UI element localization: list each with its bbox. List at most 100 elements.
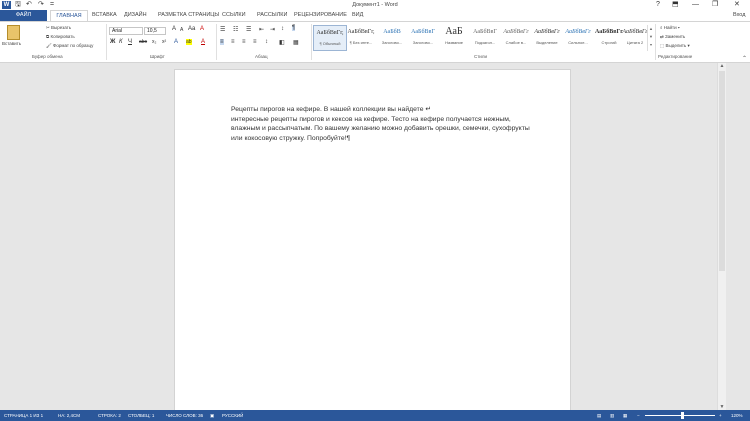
group-separator: [311, 24, 312, 60]
document-line: Рецепты пирогов на кефире. В нашей колле…: [231, 106, 432, 113]
grow-font-button[interactable]: A: [172, 26, 176, 32]
highlight-button[interactable]: ab: [186, 39, 192, 45]
paragraph-group-label: Абзац: [255, 54, 268, 59]
borders-icon[interactable]: ▦: [293, 39, 299, 46]
line-spacing-icon[interactable]: ↕: [265, 39, 268, 45]
strikethrough-button[interactable]: abc: [139, 39, 147, 45]
editing-group-label: Редактирование: [658, 54, 693, 59]
read-mode-icon[interactable]: ▤: [597, 410, 601, 421]
format-painter-button[interactable]: 🖌 Формат по образцу: [46, 43, 93, 49]
group-separator: [106, 24, 107, 60]
align-left-icon[interactable]: ≡: [220, 39, 224, 45]
font-name-select[interactable]: Arial: [109, 27, 143, 35]
multilevel-list-icon[interactable]: ☰: [246, 26, 251, 33]
styles-group-label: Стили: [474, 54, 487, 59]
style-subtitle[interactable]: АаБбВвГ Подзагол...: [468, 25, 502, 51]
italic-button[interactable]: К: [119, 39, 123, 45]
document-line: влажным и рассыпчатым. По вашему желанию…: [231, 125, 530, 133]
document-body[interactable]: Рецепты пирогов на кефире. В нашей колле…: [231, 105, 561, 143]
status-word-count[interactable]: ЧИСЛО СЛОВ: 36: [166, 410, 203, 421]
minimize-button[interactable]: —: [692, 0, 699, 10]
sign-in-link[interactable]: Вход: [733, 10, 745, 21]
document-line: интересные рецепты пирогов и кексов на к…: [231, 115, 511, 123]
paste-button[interactable]: Вставить: [2, 24, 25, 52]
close-button[interactable]: ✕: [734, 0, 740, 10]
font-size-select[interactable]: 10,5: [144, 27, 166, 35]
show-formatting-marks-icon[interactable]: ¶: [292, 25, 296, 31]
style-title[interactable]: АаБ Название: [437, 25, 471, 51]
tab-home[interactable]: ГЛАВНАЯ: [50, 10, 88, 21]
copy-button[interactable]: ⧉ Копировать: [46, 34, 75, 39]
align-center-icon[interactable]: ≡: [231, 39, 235, 45]
styles-gallery-scroll[interactable]: ▲ ▼ ▾: [647, 25, 654, 51]
paste-label: Вставить: [2, 41, 22, 46]
zoom-in-button[interactable]: +: [719, 410, 722, 421]
increase-indent-icon[interactable]: ⇥: [270, 26, 275, 33]
status-language[interactable]: РУССКИЙ: [222, 410, 243, 421]
zoom-level[interactable]: 120%: [731, 410, 743, 421]
text-effects-button[interactable]: A: [174, 39, 178, 45]
font-color-button[interactable]: A: [201, 39, 205, 45]
style-intense-emphasis[interactable]: АаБбВвГг Сильное...: [561, 25, 595, 51]
bullets-icon[interactable]: ☰: [220, 26, 225, 33]
underline-button[interactable]: Ч: [128, 39, 132, 45]
subscript-button[interactable]: x₂: [152, 39, 156, 45]
zoom-slider-thumb[interactable]: [681, 412, 684, 419]
style-subtle-emphasis[interactable]: АаБбВвГг Слабое в...: [499, 25, 533, 51]
ribbon: Вставить ✂ Вырезать ⧉ Копировать 🖌 Форма…: [0, 21, 750, 63]
document-page[interactable]: Рецепты пирогов на кефире. В нашей колле…: [174, 69, 571, 414]
status-page[interactable]: СТРАНИЦА 1 ИЗ 1: [4, 410, 43, 421]
status-position[interactable]: НА: 2,4СМ: [58, 410, 80, 421]
document-area: Рецепты пирогов на кефире. В нашей колле…: [0, 63, 750, 414]
shrink-font-button[interactable]: A: [180, 27, 183, 33]
scroll-up-icon[interactable]: ▲: [718, 63, 726, 69]
numbering-icon[interactable]: ☷: [233, 26, 238, 33]
status-line[interactable]: СТРОКА: 2: [98, 410, 121, 421]
decrease-indent-icon[interactable]: ⇤: [259, 26, 264, 33]
tab-design[interactable]: ДИЗАЙН: [124, 10, 147, 21]
justify-icon[interactable]: ≡: [253, 39, 257, 45]
bold-button[interactable]: Ж: [110, 39, 115, 45]
status-bar: СТРАНИЦА 1 ИЗ 1 НА: 2,4СМ СТРОКА: 2 СТОЛ…: [0, 410, 750, 421]
tab-page-layout[interactable]: РАЗМЕТКА СТРАНИЦЫ: [158, 10, 219, 21]
vertical-scrollbar[interactable]: ▲ ▼: [717, 63, 726, 410]
status-column[interactable]: СТОЛБЕЦ: 1: [128, 410, 154, 421]
zoom-out-button[interactable]: −: [637, 410, 640, 421]
ribbon-display-options-icon[interactable]: ⬒: [672, 0, 679, 10]
style-emphasis[interactable]: АаБбВвГг Выделение: [530, 25, 564, 51]
document-line: или кокосовую стружку. Попробуйте!¶: [231, 134, 351, 142]
tab-view[interactable]: ВИД: [352, 10, 363, 21]
tab-mailings[interactable]: РАССЫЛКИ: [257, 10, 287, 21]
group-separator: [655, 24, 656, 60]
style-no-spacing[interactable]: АаБбВвГг, ¶ Без инте...: [344, 25, 378, 51]
style-heading-1[interactable]: АаБбВ Заголово...: [375, 25, 409, 51]
proofing-icon[interactable]: ▣: [210, 410, 214, 421]
cut-button[interactable]: ✂ Вырезать: [46, 25, 71, 31]
superscript-button[interactable]: x²: [162, 39, 166, 45]
zoom-slider[interactable]: [645, 412, 715, 419]
restore-button[interactable]: ❐: [712, 0, 718, 10]
print-layout-icon[interactable]: ▥: [610, 410, 614, 421]
clipboard-icon: [7, 25, 20, 40]
web-layout-icon[interactable]: ▦: [623, 410, 627, 421]
replace-button[interactable]: ⇄ Заменить: [660, 34, 685, 40]
scroll-thumb[interactable]: [719, 71, 725, 271]
font-group-label: Шрифт: [150, 54, 165, 59]
tab-insert[interactable]: ВСТАВКА: [92, 10, 117, 21]
ribbon-tabs: ФАЙЛ ГЛАВНАЯ ВСТАВКА ДИЗАЙН РАЗМЕТКА СТР…: [0, 10, 750, 21]
sort-icon[interactable]: ↕: [281, 26, 284, 32]
change-case-button[interactable]: Aa: [188, 26, 195, 32]
help-icon[interactable]: ?: [656, 0, 660, 10]
find-button[interactable]: ⌕ Найти ▾: [660, 25, 680, 30]
clear-formatting-button[interactable]: A: [200, 26, 204, 32]
collapse-ribbon-icon[interactable]: ⌃: [742, 55, 747, 62]
select-button[interactable]: ⬚ Выделить ▾: [660, 43, 690, 49]
shading-icon[interactable]: ◧: [279, 39, 285, 46]
style-heading-2[interactable]: АаБбВвГ Заголово...: [406, 25, 440, 51]
style-normal[interactable]: АаБбВвГг, ¶ Обычный: [313, 25, 347, 51]
tab-review[interactable]: РЕЦЕНЗИРОВАНИЕ: [294, 10, 347, 21]
tab-references[interactable]: ССЫЛКИ: [222, 10, 246, 21]
align-right-icon[interactable]: ≡: [242, 39, 246, 45]
title-bar: W 🖫 ↶ ↷ = Документ1 - Word ? ⬒ — ❐ ✕: [0, 0, 750, 10]
tab-file[interactable]: ФАЙЛ: [0, 10, 47, 21]
